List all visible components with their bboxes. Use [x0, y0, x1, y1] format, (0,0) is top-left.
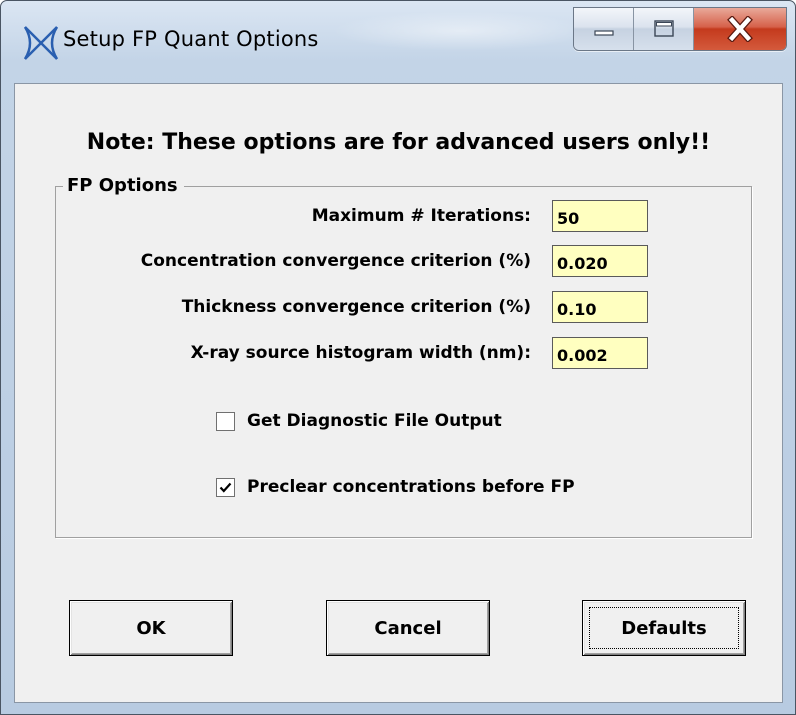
dialog-window: Setup FP Quant Options Note: These optio… — [0, 0, 796, 715]
diagnostic-output-option[interactable]: Get Diagnostic File Output — [216, 411, 502, 431]
preclear-concentrations-option[interactable]: Preclear concentrations before FP — [216, 477, 575, 497]
thickness-convergence-input[interactable] — [552, 291, 648, 323]
preclear-concentrations-label: Preclear concentrations before FP — [247, 477, 575, 497]
maximize-icon — [653, 20, 674, 37]
max-iterations-label: Maximum # Iterations: — [311, 206, 531, 226]
concentration-convergence-label: Concentration convergence criterion (%) — [140, 251, 531, 271]
defaults-button[interactable]: Defaults — [582, 600, 746, 656]
max-iterations-input[interactable] — [552, 200, 648, 232]
advanced-warning-note: Note: These options are for advanced use… — [86, 130, 711, 155]
preclear-concentrations-checkbox[interactable] — [216, 477, 235, 497]
histogram-width-label: X-ray source histogram width (nm): — [190, 343, 531, 363]
minimize-icon — [593, 30, 614, 36]
checkmark-icon — [219, 482, 232, 493]
minimize-button[interactable] — [574, 8, 634, 50]
cancel-button[interactable]: Cancel — [326, 600, 490, 656]
focus-ring — [589, 607, 739, 649]
caption-buttons — [573, 7, 787, 51]
concentration-convergence-input[interactable] — [552, 245, 648, 277]
title-bar-glow — [331, 11, 591, 51]
dialog-client-area: Note: These options are for advanced use… — [14, 83, 783, 703]
ok-button[interactable]: OK — [69, 600, 233, 656]
diagnostic-output-checkbox[interactable] — [216, 411, 235, 431]
maximize-button[interactable] — [634, 8, 694, 50]
diagnostic-output-label: Get Diagnostic File Output — [247, 411, 502, 431]
close-button[interactable] — [694, 8, 786, 50]
xray-cross-icon — [23, 26, 59, 60]
thickness-convergence-label: Thickness convergence criterion (%) — [181, 297, 531, 317]
title-bar[interactable]: Setup FP Quant Options — [1, 1, 795, 83]
histogram-width-input[interactable] — [552, 337, 648, 369]
fp-options-group-label: FP Options — [63, 175, 184, 196]
window-title: Setup FP Quant Options — [63, 27, 319, 51]
close-icon — [727, 16, 753, 42]
